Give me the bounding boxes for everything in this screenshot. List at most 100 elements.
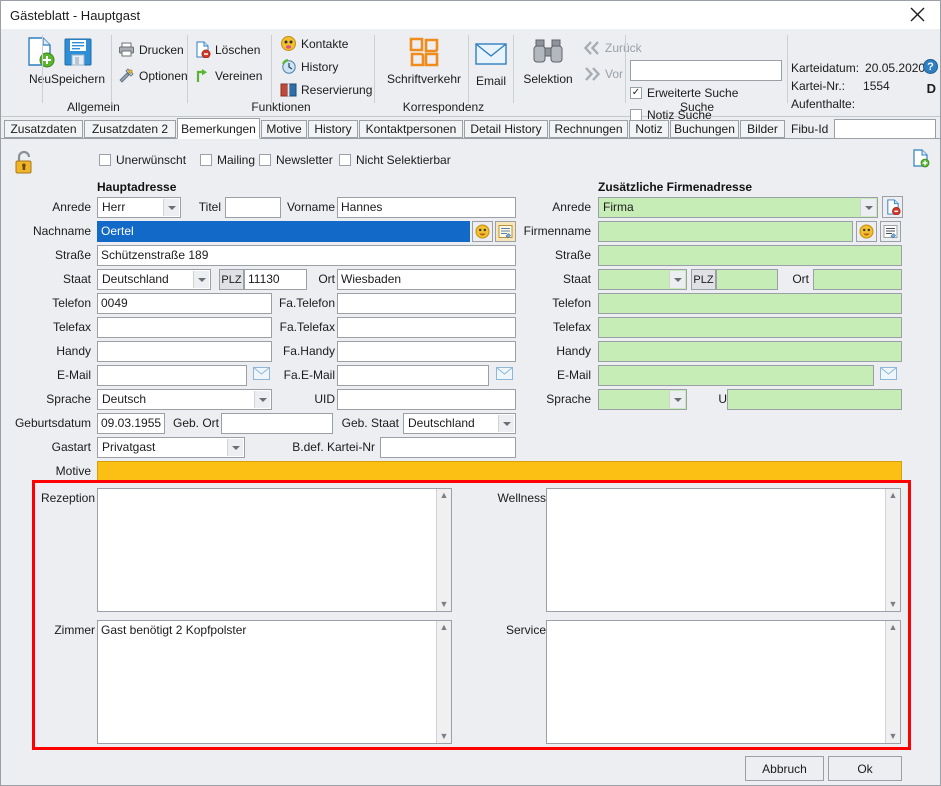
fa-delete-button[interactable] <box>882 196 903 218</box>
geburtsdatum-field[interactable]: 09.03.1955 <box>97 413 165 434</box>
service-scrollbar[interactable]: ▲ ▼ <box>885 621 900 743</box>
erweiterte-suche-checkbox[interactable]: Erweiterte Suche <box>630 86 738 100</box>
selektion-button[interactable]: Selektion <box>517 33 579 86</box>
scroll-up-icon[interactable]: ▲ <box>889 621 898 634</box>
plz-field[interactable]: 11130 <box>244 269 307 290</box>
fa-email-send-icon[interactable] <box>496 367 513 383</box>
vor-button[interactable]: Vor <box>583 63 623 84</box>
tab-zusatzdaten[interactable]: Zusatzdaten <box>4 120 83 138</box>
scroll-down-icon[interactable]: ▼ <box>440 598 449 611</box>
handy-field[interactable] <box>97 341 272 362</box>
flag-nicht-selektierbar[interactable]: Nicht Selektierbar <box>339 153 451 167</box>
schriftverkehr-button[interactable]: Schriftverkehr <box>380 33 468 86</box>
rezeption-scrollbar[interactable]: ▲ ▼ <box>436 489 451 611</box>
zimmer-scrollbar[interactable]: ▲ ▼ <box>436 621 451 743</box>
tab-zusatzdaten-2[interactable]: Zusatzdaten 2 <box>84 120 176 138</box>
anrede-combo[interactable]: Herr <box>97 197 181 218</box>
tab-kontaktpersonen[interactable]: Kontaktpersonen <box>359 120 463 138</box>
sprache-combo[interactable]: Deutsch <box>97 389 272 410</box>
speichern-button[interactable]: Speichern <box>45 33 111 86</box>
vereinen-button[interactable]: Vereinen <box>193 65 262 86</box>
optionen-button[interactable]: Optionen <box>117 65 188 86</box>
reservierung-button[interactable]: Reservierung <box>279 79 372 100</box>
wellness-textarea[interactable] <box>546 488 901 612</box>
scroll-up-icon[interactable]: ▲ <box>440 621 449 634</box>
tab-bemerkungen[interactable]: Bemerkungen <box>177 118 260 139</box>
zurueck-button[interactable]: Zurück <box>583 37 642 58</box>
history-button[interactable]: History <box>279 56 338 77</box>
fa-uid-field[interactable] <box>727 389 902 410</box>
kontakte-button[interactable]: Kontakte <box>279 33 348 54</box>
motive-bar[interactable] <box>97 461 902 481</box>
flag-unerwuenscht[interactable]: Unerwünscht <box>99 153 186 167</box>
plz-button[interactable]: PLZ <box>219 269 244 290</box>
drucken-button[interactable]: Drucken <box>117 39 184 60</box>
geb-ort-field[interactable] <box>221 413 333 434</box>
telefax-field[interactable] <box>97 317 272 338</box>
lock-button[interactable] <box>13 149 35 178</box>
zimmer-textarea[interactable]: Gast benötigt 2 Kopfpolster <box>97 620 452 744</box>
nachname-field[interactable]: Oertel <box>97 221 470 242</box>
search-input[interactable] <box>630 60 782 81</box>
service-textarea[interactable] <box>546 620 901 744</box>
wellness-scrollbar[interactable]: ▲ ▼ <box>885 489 900 611</box>
flag-newsletter[interactable]: Newsletter <box>259 153 333 167</box>
close-button[interactable] <box>894 1 940 28</box>
scroll-down-icon[interactable]: ▼ <box>440 730 449 743</box>
ort-field[interactable]: Wiesbaden <box>337 269 516 290</box>
fa-ort-field[interactable] <box>813 269 902 290</box>
chevron-down-icon[interactable] <box>254 391 270 408</box>
fa-email2-field[interactable] <box>598 365 874 386</box>
uid-field[interactable] <box>337 389 516 410</box>
email-send-icon[interactable] <box>253 367 270 383</box>
email-button[interactable]: Email <box>471 35 511 88</box>
tab-motive[interactable]: Motive <box>261 120 307 138</box>
tab-detail-history[interactable]: Detail History <box>464 120 548 138</box>
firmenname-list-button[interactable] <box>880 221 901 242</box>
chevron-down-icon[interactable] <box>669 271 685 288</box>
fa-plz-button[interactable]: PLZ <box>691 269 716 290</box>
loeschen-button[interactable]: Löschen <box>193 39 260 60</box>
fa-plz-field[interactable] <box>716 269 778 290</box>
nachname-smiley-button[interactable] <box>472 221 493 242</box>
tab-buchungen[interactable]: Buchungen <box>670 120 739 138</box>
flag-mailing[interactable]: Mailing <box>200 153 255 167</box>
abbruch-button[interactable]: Abbruch <box>745 756 824 781</box>
chevron-down-icon[interactable] <box>498 415 514 432</box>
vorname-field[interactable]: Hannes <box>337 197 516 218</box>
fa-telefax-field[interactable] <box>337 317 516 338</box>
scroll-down-icon[interactable]: ▼ <box>889 598 898 611</box>
fa-staat-combo[interactable] <box>598 269 687 290</box>
bdef-kartei-nr-field[interactable] <box>380 437 516 458</box>
fa-handy2-field[interactable] <box>598 341 902 362</box>
chevron-down-icon[interactable] <box>163 199 179 216</box>
tab-history[interactable]: History <box>308 120 358 138</box>
help-icon[interactable]: ? <box>923 59 938 74</box>
ok-button[interactable]: Ok <box>828 756 902 781</box>
fa-email-field[interactable] <box>337 365 489 386</box>
scroll-up-icon[interactable]: ▲ <box>440 489 449 502</box>
gastart-combo[interactable]: Privatgast <box>97 437 245 458</box>
fa-telefon-field[interactable] <box>337 293 516 314</box>
fa-anrede-combo[interactable]: Firma <box>598 197 878 218</box>
tab-rechnungen[interactable]: Rechnungen <box>549 120 628 138</box>
telefon-field[interactable]: 0049 <box>97 293 272 314</box>
fa-strasse-field[interactable] <box>598 245 902 266</box>
rezeption-textarea[interactable] <box>97 488 452 612</box>
new-record-button[interactable] <box>910 147 932 169</box>
fa-telefon2-field[interactable] <box>598 293 902 314</box>
scroll-up-icon[interactable]: ▲ <box>889 489 898 502</box>
strasse-field[interactable]: Schützenstraße 189 <box>97 245 516 266</box>
titel-field[interactable] <box>225 197 281 218</box>
firmenname-smiley-button[interactable] <box>856 221 877 242</box>
fa-telefax2-field[interactable] <box>598 317 902 338</box>
chevron-down-icon[interactable] <box>669 391 685 408</box>
firmenname-field[interactable] <box>598 221 853 242</box>
chevron-down-icon[interactable] <box>227 439 243 456</box>
scroll-down-icon[interactable]: ▼ <box>889 730 898 743</box>
staat-combo[interactable]: Deutschland <box>97 269 211 290</box>
tab-bilder[interactable]: Bilder <box>740 120 785 138</box>
fa-handy-field[interactable] <box>337 341 516 362</box>
chevron-down-icon[interactable] <box>193 271 209 288</box>
tab-notiz[interactable]: Notiz <box>629 120 669 138</box>
